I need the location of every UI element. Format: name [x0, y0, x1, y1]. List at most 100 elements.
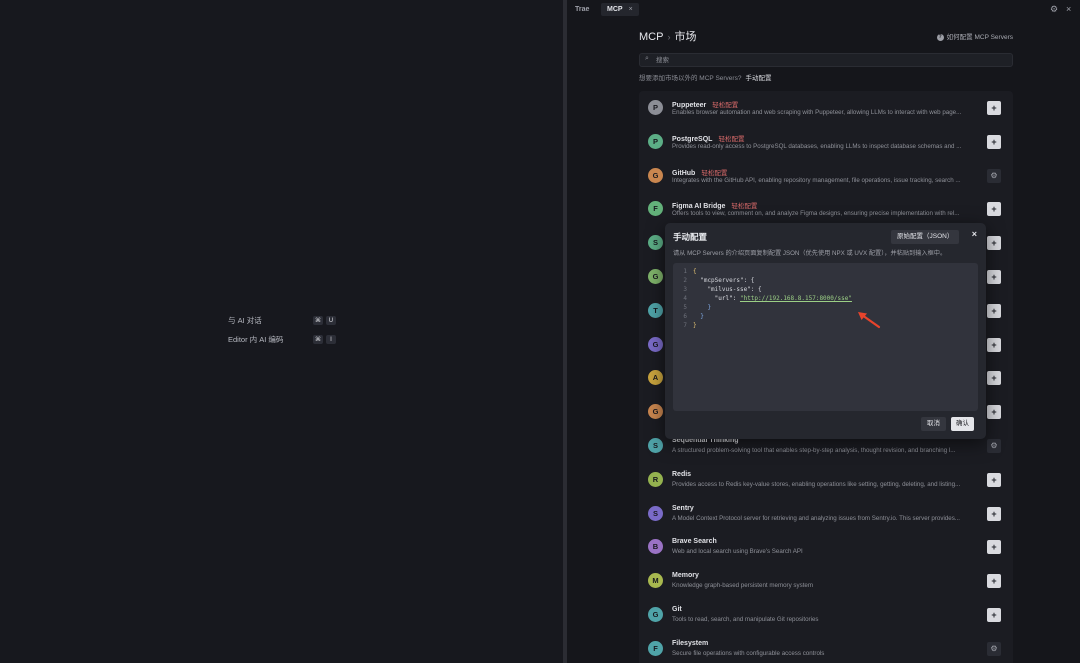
line-number: 7	[683, 322, 687, 329]
code-text: "url": "http://192.168.8.157:8000/sse"	[693, 295, 852, 302]
add-server-button[interactable]: +	[987, 236, 1001, 251]
configure-gear-icon[interactable]: ⚙	[987, 439, 1001, 453]
shortcut-editor-ai: Editor 内 AI 编码 ⌘ I	[228, 334, 336, 345]
code-line: 4 "url": "http://192.168.8.157:8000/sse"	[673, 294, 852, 303]
server-name: Git	[672, 606, 688, 613]
line-number: 6	[683, 313, 687, 320]
breadcrumb-separator: ›	[667, 32, 671, 42]
server-row[interactable]: M Memory Knowledge graph-based persistent …	[639, 564, 1013, 598]
server-name-label: Figma AI Bridge	[672, 203, 726, 211]
code-text: }	[693, 313, 704, 320]
server-row[interactable]: G GitHub 轻松配置 Integrates with the GitHub AP…	[639, 159, 1013, 193]
manual-config-link[interactable]: 手动配置	[745, 75, 771, 82]
add-server-button[interactable]: +	[987, 101, 1001, 115]
server-row[interactable]: S Sentry A Model Context Protocol server f…	[639, 497, 1013, 531]
server-avatar: G	[648, 167, 663, 183]
search-input[interactable]	[656, 55, 996, 65]
help-link[interactable]: ? 如何配置 MCP Servers	[936, 31, 1013, 41]
server-avatar: S	[648, 505, 663, 521]
server-description: Secure file operations with configurable…	[672, 649, 825, 657]
confirm-button[interactable]: 确认	[951, 417, 974, 431]
server-avatar: A	[648, 370, 663, 386]
easy-config-badge: 轻松配置	[718, 135, 745, 143]
add-server-button[interactable]: +	[987, 270, 1001, 284]
server-name-label: Sentry	[672, 504, 694, 512]
server-row[interactable]: B Brave Search Web and local search using …	[639, 530, 1013, 564]
cancel-button[interactable]: 取消	[921, 417, 946, 431]
server-avatar: G	[648, 607, 663, 622]
add-server-button[interactable]: +	[987, 574, 1001, 589]
server-name: Brave Search	[672, 538, 723, 545]
server-name-label: Puppeteer	[672, 102, 707, 109]
add-server-button[interactable]: +	[987, 202, 1001, 217]
server-row[interactable]: R Redis Provides access to Redis key-value…	[639, 463, 1013, 497]
add-server-button[interactable]: +	[987, 371, 1001, 386]
add-server-button[interactable]: +	[987, 608, 1001, 622]
server-avatar: P	[648, 133, 663, 149]
server-row[interactable]: G Git Tools to read, search, and manipulat…	[639, 598, 1013, 632]
code-line: 5 }	[673, 303, 711, 312]
shortcut-ai-chat: 与 AI 对话 ⌘ U	[228, 315, 336, 326]
server-name: GitHub 轻松配置	[672, 167, 727, 177]
code-text: "milvus-sse": {	[693, 286, 762, 293]
close-icon[interactable]: ×	[1066, 4, 1071, 14]
configure-gear-icon[interactable]: ⚙	[987, 168, 1001, 183]
app-window: 与 AI 对话 ⌘ U Editor 内 AI 编码 ⌘ I Trae MCP ×…	[0, 0, 1080, 663]
add-server-button[interactable]: +	[987, 506, 1001, 521]
configure-gear-icon[interactable]: ⚙	[987, 641, 1001, 656]
add-server-button[interactable]: +	[987, 134, 1001, 149]
add-server-button[interactable]: +	[987, 303, 1001, 318]
server-name: Figma AI Bridge 轻松配置	[672, 200, 757, 210]
server-avatar: G	[648, 269, 663, 284]
server-name-label: Redis	[672, 470, 692, 478]
code-line: 7}	[673, 321, 696, 330]
server-avatar: F	[648, 201, 663, 217]
server-name-label: Memory	[672, 572, 699, 580]
add-server-button[interactable]: +	[987, 472, 1001, 487]
server-row[interactable]: P PostgreSQL 轻松配置 Provides read-only access…	[639, 125, 1013, 159]
add-server-button[interactable]: +	[987, 540, 1001, 555]
server-name: Redis	[672, 471, 697, 478]
server-description: Tools to read, search, and manipulate Gi…	[672, 616, 819, 623]
code-line: 6 }	[673, 312, 704, 321]
key-cmd: ⌘	[313, 316, 323, 325]
tab-mcp[interactable]: MCP ×	[601, 3, 639, 16]
server-description: Knowledge graph-based persistent memory …	[672, 582, 814, 590]
dialog-close-icon[interactable]: ×	[972, 229, 977, 239]
editor-pane: 与 AI 对话 ⌘ U Editor 内 AI 编码 ⌘ I	[0, 0, 563, 663]
raw-config-button[interactable]: 原始配置（JSON）	[891, 230, 960, 244]
server-row[interactable]: F Figma AI Bridge 轻松配置 Offers tools to view…	[639, 192, 1013, 226]
hint-text: 想要添加市场以外的 MCP Servers?	[639, 75, 742, 82]
search-icon: ⌕	[645, 55, 649, 62]
server-name: Puppeteer 轻松配置	[672, 99, 738, 109]
server-row[interactable]: F Filesystem Secure file operations with c…	[639, 632, 1013, 663]
easy-config-badge: 轻松配置	[731, 203, 758, 211]
code-line: 3 "milvus-sse": {	[673, 285, 762, 294]
server-description: Provides access to Redis key-value store…	[672, 480, 961, 488]
add-server-button[interactable]: +	[987, 337, 1001, 352]
json-editor[interactable]: 1{ 2 "mcpServers": { 3 "milvus-sse": { 4…	[673, 263, 978, 411]
server-name-label: PostgreSQL	[672, 135, 713, 143]
server-avatar: P	[648, 100, 663, 115]
gear-icon[interactable]: ⚙	[1050, 4, 1058, 15]
tab-close-icon[interactable]: ×	[629, 6, 633, 13]
server-avatar: S	[648, 438, 663, 453]
manual-config-hint: 想要添加市场以外的 MCP Servers? 手动配置	[639, 72, 771, 82]
code-line: 1{	[673, 267, 697, 276]
tab-trae[interactable]: Trae	[569, 3, 595, 16]
server-name: Sentry	[672, 505, 700, 512]
add-server-button[interactable]: +	[987, 405, 1001, 420]
shortcut-label: 与 AI 对话	[228, 316, 262, 325]
code-text: "mcpServers": {	[693, 277, 755, 284]
breadcrumb-mcp[interactable]: MCP	[639, 31, 663, 43]
server-avatar: F	[648, 640, 663, 656]
server-row[interactable]: P Puppeteer 轻松配置 Enables browser automation…	[639, 91, 1013, 125]
line-number: 4	[683, 295, 687, 302]
easy-config-badge: 轻松配置	[701, 169, 728, 177]
server-description: A structured problem-solving tool that e…	[672, 447, 956, 454]
code-line: 2 "mcpServers": {	[673, 276, 754, 285]
code-text: {	[693, 268, 697, 275]
key-i: I	[326, 335, 336, 344]
code-text: }	[693, 304, 712, 311]
search-box[interactable]: ⌕	[639, 53, 1013, 67]
